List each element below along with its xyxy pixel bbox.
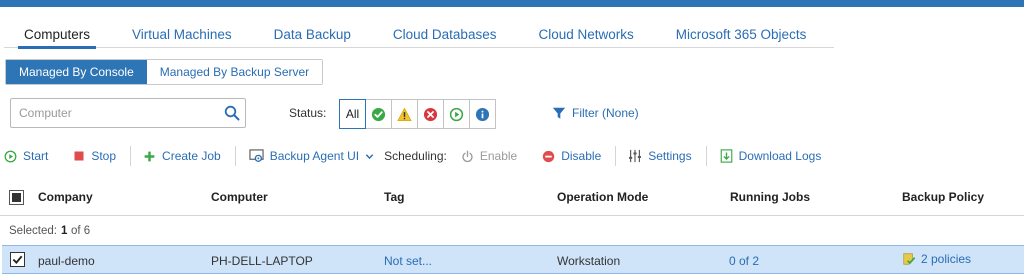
status-all-label: All — [345, 107, 360, 121]
stop-button[interactable]: Stop — [73, 149, 116, 163]
filter-label: Filter (None) — [572, 106, 639, 120]
main-tabs: Computers Virtual Machines Data Backup C… — [4, 22, 834, 49]
chevron-down-icon — [365, 153, 374, 159]
start-label: Start — [23, 149, 49, 163]
tab-cloud-databases[interactable]: Cloud Databases — [393, 22, 497, 48]
cell-backup-policy-link[interactable]: 2 policies — [902, 252, 971, 266]
enable-button[interactable]: Enable — [461, 149, 517, 163]
create-job-button[interactable]: Create Job — [143, 149, 221, 163]
info-icon — [475, 107, 490, 121]
status-error-button[interactable] — [417, 99, 444, 129]
toolbar-divider — [234, 146, 236, 166]
disable-label: Disable — [561, 149, 602, 163]
running-icon — [449, 107, 464, 121]
sliders-icon — [629, 149, 642, 163]
search-input[interactable] — [11, 99, 211, 127]
status-success-button[interactable] — [365, 99, 392, 129]
tab-data-backup[interactable]: Data Backup — [274, 22, 351, 48]
toolbar-divider — [130, 146, 132, 166]
policy-icon — [903, 253, 916, 265]
column-computer[interactable]: Computer — [211, 190, 268, 204]
status-label: Status: — [289, 106, 327, 120]
top-accent-bar — [0, 0, 1024, 7]
backup-agent-ui-button[interactable]: Backup Agent UI — [249, 149, 374, 163]
selection-prefix: Selected: — [9, 225, 57, 237]
toolbar: Start Stop Create Job Backup Agent UI Sc… — [4, 145, 821, 167]
start-icon — [4, 150, 17, 162]
settings-label: Settings — [648, 149, 692, 163]
tab-managed-by-backup-server[interactable]: Managed By Backup Server — [146, 60, 323, 84]
status-info-button[interactable] — [469, 99, 496, 129]
column-company[interactable]: Company — [38, 190, 93, 204]
power-icon — [462, 150, 473, 162]
status-filter-group: All — [339, 99, 496, 129]
plus-icon — [144, 151, 155, 161]
start-button[interactable]: Start — [4, 149, 48, 163]
cell-computer: PH-DELL-LAPTOP — [211, 254, 313, 268]
row-checkbox[interactable] — [10, 252, 25, 267]
success-icon — [371, 107, 386, 121]
status-running-button[interactable] — [443, 99, 470, 129]
warning-icon — [397, 107, 412, 121]
select-all-checkbox[interactable] — [9, 190, 24, 205]
selection-suffix: of 6 — [71, 225, 91, 237]
selection-count: 1 — [61, 225, 67, 237]
table-row[interactable]: paul-demo PH-DELL-LAPTOP Not set... Work… — [2, 245, 1024, 274]
agent-gear-icon — [249, 149, 264, 162]
search-box — [10, 98, 246, 128]
backup-agent-ui-label: Backup Agent UI — [269, 149, 360, 163]
download-icon — [720, 149, 732, 163]
settings-button[interactable]: Settings — [628, 149, 692, 163]
table-header: Company Computer Tag Operation Mode Runn… — [0, 180, 1024, 216]
download-logs-button[interactable]: Download Logs — [720, 149, 822, 163]
error-icon — [423, 107, 438, 121]
filter-icon — [552, 107, 566, 119]
selected-count: 1 — [61, 225, 68, 237]
backup-policy-label: 2 policies — [921, 252, 972, 266]
tab-microsoft-365-objects[interactable]: Microsoft 365 Objects — [676, 22, 807, 48]
column-operation-mode[interactable]: Operation Mode — [557, 190, 648, 204]
column-running-jobs[interactable]: Running Jobs — [730, 190, 810, 204]
toolbar-divider — [705, 146, 707, 166]
selection-summary: Selected: 1 of 6 — [0, 217, 1024, 245]
column-tag[interactable]: Tag — [384, 190, 404, 204]
column-backup-policy[interactable]: Backup Policy — [902, 190, 984, 204]
enable-label: Enable — [479, 149, 518, 163]
stop-label: Stop — [91, 149, 117, 163]
management-toggle: Managed By Console Managed By Backup Ser… — [5, 59, 324, 85]
tab-cloud-networks[interactable]: Cloud Networks — [538, 22, 633, 48]
disable-icon — [543, 150, 555, 162]
download-logs-label: Download Logs — [738, 149, 822, 163]
tab-computers[interactable]: Computers — [17, 22, 97, 49]
cell-running-jobs-link[interactable]: 0 of 2 — [729, 254, 759, 268]
create-job-label: Create Job — [162, 149, 221, 163]
stop-icon — [74, 151, 84, 161]
search-icon[interactable] — [224, 105, 240, 121]
filter-button[interactable]: Filter (None) — [552, 106, 639, 120]
checkmark-icon — [12, 255, 23, 264]
cell-company: paul-demo — [38, 254, 95, 268]
status-all-button[interactable]: All — [339, 99, 366, 129]
tab-virtual-machines[interactable]: Virtual Machines — [132, 22, 232, 48]
toolbar-divider — [615, 146, 617, 166]
tab-managed-by-console[interactable]: Managed By Console — [6, 60, 147, 84]
status-warning-button[interactable] — [391, 99, 418, 129]
cell-tag-link[interactable]: Not set... — [384, 254, 432, 268]
disable-button[interactable]: Disable — [542, 149, 601, 163]
cell-operation-mode: Workstation — [557, 254, 621, 268]
scheduling-label: Scheduling: — [384, 149, 447, 163]
